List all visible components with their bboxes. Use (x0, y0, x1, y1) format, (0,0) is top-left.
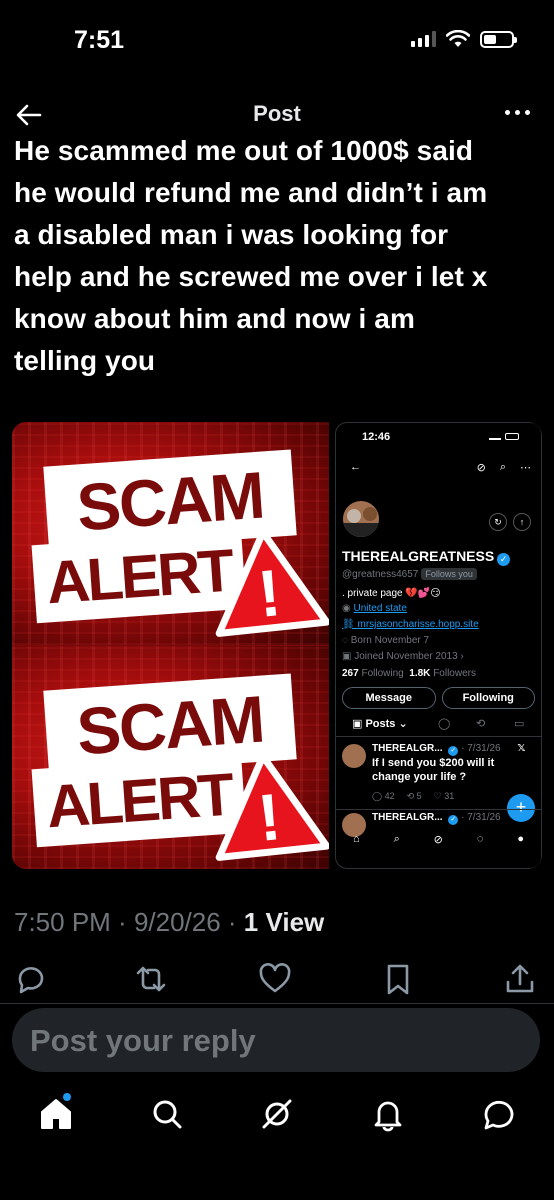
pp-location: ◉ United state (342, 603, 407, 614)
search-icon[interactable] (149, 1096, 185, 1132)
heart-icon[interactable] (258, 962, 292, 996)
pp-born: ◌ Born November 7 (342, 635, 430, 646)
post-text-line: help and he screwed me over i let x (14, 261, 488, 292)
post-time: 7:50 PM (14, 907, 111, 937)
pp-tab-highlights-icon: ⟲ (476, 718, 486, 730)
pp-tab-media-icon: ▭ (514, 718, 525, 730)
divider (0, 1003, 554, 1004)
pp-tab-replies-icon: ◯ (438, 718, 451, 730)
bookmark-icon[interactable] (381, 962, 415, 996)
pp-header-buttons: ↻ ↑ (489, 513, 531, 531)
post-text-line: He scammed me out of 1000$ said (14, 135, 474, 166)
battery-icon (480, 30, 517, 48)
pp-nav: ← ⊘ ⌕ ⋯ (336, 461, 541, 477)
pp-tweet-author: THEREALGR... ✓ · 7/31/26 𝕏 (372, 743, 526, 756)
post-text-line: know about him and now i am (14, 303, 415, 334)
scam-alert-graphic-bottom: SCAM ALERT ! (12, 646, 329, 869)
pp-following-button: Following (441, 687, 535, 709)
pp-actions: Message Following (342, 687, 535, 709)
share-icon[interactable] (503, 962, 537, 996)
pp-search-icon: ⌕ (499, 461, 506, 473)
warning-triangle-icon: ! (215, 528, 329, 637)
pp-tab-posts: ▣ Posts ⌄ (352, 718, 408, 730)
post-text: He scammed me out of 1000$ said he would… (14, 135, 544, 382)
pp-share-icon: ↑ (513, 513, 531, 531)
wifi-icon (446, 30, 470, 47)
status-icons (411, 30, 517, 48)
bell-icon[interactable] (370, 1096, 406, 1132)
pp-tabs: ▣ Posts ⌄ ◯ ⟲ ▭ (336, 715, 541, 737)
pp-link: ⛓ mrsjasoncharisse.hopp.site (342, 619, 479, 630)
reply-placeholder: Post your reply (30, 1023, 256, 1058)
cellular-signal-icon (411, 31, 436, 47)
status-bar: 7:51 (0, 0, 554, 80)
scam-alert-image[interactable]: SCAM ALERT ! SCAM ALERT ! (12, 422, 329, 869)
post-text-line: a disabled man i was looking for (14, 219, 449, 250)
status-time: 7:51 (74, 26, 125, 54)
repost-icon[interactable] (134, 962, 168, 996)
profile-screenshot-image[interactable]: 12:46 ← ⊘ ⌕ ⋯ ↻ ↑ THEREALGREATNESS ✓ @greatn… (335, 422, 542, 869)
home-icon[interactable] (38, 1096, 74, 1132)
pp-bio: . private page 💔💕😏 (342, 588, 441, 599)
pp-avatar (341, 499, 381, 539)
verified-badge-icon: ✓ (497, 553, 511, 566)
pp-message-button: Message (342, 687, 436, 709)
page-title: Post (253, 101, 301, 126)
pp-grok-icon: ⊘ (476, 462, 486, 474)
bottom-tab-bar (0, 1092, 554, 1142)
home-notification-dot (63, 1093, 71, 1101)
reply-input[interactable]: Post your reply (12, 1008, 540, 1072)
pp-tweet-author: THEREALGR... ✓ · 7/31/26 (372, 812, 501, 825)
grok-icon[interactable] (259, 1096, 295, 1132)
post-media[interactable]: SCAM ALERT ! SCAM ALERT ! 12:46 ← ⊘ ⌕ ⋯ ↻ ↑… (12, 422, 542, 869)
pp-back-icon: ← (350, 461, 361, 473)
pp-joined: ▣ Joined November 2013 › (342, 651, 464, 662)
post-meta: 7:50 PM · 9/20/26 · 1 View (14, 907, 325, 937)
pp-stats: 267 Following 1.8K Followers (342, 668, 476, 679)
post-actions (0, 960, 554, 1000)
post-text-line: telling you (14, 345, 156, 376)
pp-tweet-avatar (342, 744, 366, 768)
reply-icon[interactable] (14, 962, 48, 996)
pp-tweet-text: If I send you $200 will it change your l… (372, 757, 495, 783)
view-label: View (265, 907, 325, 937)
post-date: 9/20/26 (133, 907, 221, 937)
pp-tweet-stats: ◯ 42 ⟲ 5 ♡ 31 (372, 791, 455, 801)
more-icon[interactable] (505, 110, 530, 115)
pp-notify-icon: ↻ (489, 513, 507, 531)
view-count: 1 (243, 907, 259, 937)
pp-more-icon: ⋯ (520, 462, 531, 474)
pp-status-time: 12:46 (362, 431, 391, 443)
pp-handle: @greatness4657 Follows you (342, 568, 477, 580)
pp-status-icons (489, 433, 519, 440)
warning-triangle-icon: ! (215, 752, 329, 861)
messages-icon[interactable] (481, 1096, 517, 1132)
post-text-line: he would refund me and didn’t i am (14, 177, 488, 208)
scam-alert-graphic-top: SCAM ALERT ! (12, 422, 329, 645)
pp-tabbar: ⌂ ⌕ ⊘ ◌ ● (352, 833, 524, 846)
pp-display-name: THEREALGREATNESS ✓ (342, 548, 511, 566)
